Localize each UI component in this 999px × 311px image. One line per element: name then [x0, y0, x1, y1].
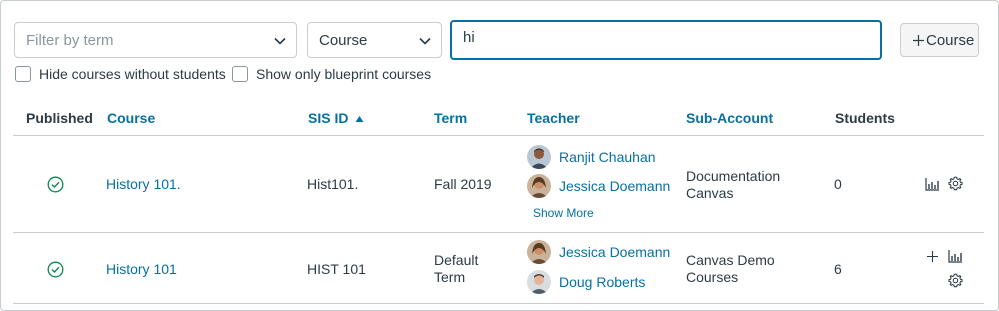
hide-without-students-option[interactable]: Hide courses without students: [15, 66, 226, 82]
add-course-button[interactable]: Course: [900, 23, 979, 57]
hide-without-students-label: Hide courses without students: [39, 66, 226, 82]
gear-icon[interactable]: [948, 176, 963, 191]
gear-icon[interactable]: [948, 273, 963, 288]
teacher-link[interactable]: Doug Roberts: [559, 274, 645, 291]
header-sub-account-sort[interactable]: Sub-Account: [686, 110, 773, 126]
sis-id: Hist101.: [307, 176, 359, 192]
row-divider: [13, 232, 984, 233]
sub-account-line: Canvas: [686, 185, 734, 201]
show-more-link[interactable]: Show More: [533, 205, 594, 222]
course-name-link[interactable]: History 101: [106, 261, 177, 278]
add-course-label: Course: [926, 32, 975, 49]
header-teacher-sort[interactable]: Teacher: [527, 110, 580, 126]
check-circle-icon: [47, 261, 64, 278]
avatar: [527, 174, 551, 198]
header-divider: [13, 135, 984, 136]
bar-chart-icon[interactable]: [925, 177, 940, 191]
sis-id: HIST 101: [307, 261, 366, 277]
avatar: [527, 270, 551, 294]
term-line: Default: [434, 252, 479, 268]
plus-icon: [913, 35, 924, 46]
plus-icon[interactable]: [926, 250, 939, 263]
bar-chart-icon[interactable]: [948, 249, 963, 263]
header-sis-id-label: SIS ID: [308, 110, 349, 126]
hide-without-students-checkbox[interactable]: [15, 66, 31, 82]
blueprint-only-option[interactable]: Show only blueprint courses: [232, 66, 431, 82]
avatar: [527, 240, 551, 264]
course-search-input[interactable]: [463, 29, 863, 46]
teacher-link[interactable]: Jessica Doemann: [559, 244, 670, 261]
teacher-link[interactable]: Ranjit Chauhan: [559, 149, 656, 166]
term-line: Term: [434, 269, 466, 285]
search-by-value: Course: [319, 32, 368, 49]
chevron-down-icon: [274, 37, 286, 45]
header-sis-id-sort[interactable]: SIS ID: [308, 110, 364, 126]
term-filter-select[interactable]: Filter by term: [14, 22, 297, 58]
student-count: 6: [834, 261, 842, 277]
teacher-link[interactable]: Jessica Doemann: [559, 178, 670, 195]
course-search-field[interactable]: [450, 20, 882, 60]
term: Fall 2019: [434, 176, 492, 192]
blueprint-only-checkbox[interactable]: [232, 66, 248, 82]
sub-account-line: Documentation: [686, 168, 781, 184]
header-course-sort[interactable]: Course: [107, 110, 155, 126]
sub-account: Canvas Demo Courses: [686, 252, 775, 286]
row-divider: [13, 303, 984, 304]
check-circle-icon: [47, 176, 64, 193]
term: Default Term: [434, 252, 478, 286]
search-by-select[interactable]: Course: [307, 22, 442, 58]
triangle-up-icon: [355, 116, 364, 122]
header-published: Published: [26, 110, 93, 126]
header-term-sort[interactable]: Term: [434, 110, 467, 126]
blueprint-only-label: Show only blueprint courses: [256, 66, 432, 82]
student-count: 0: [834, 176, 842, 192]
avatar: [527, 145, 551, 169]
course-name-link[interactable]: History 101.: [106, 176, 181, 193]
sub-account: Documentation Canvas: [686, 168, 780, 202]
sub-account-line: Courses: [686, 269, 739, 285]
header-students: Students: [835, 110, 895, 126]
chevron-down-icon: [419, 37, 431, 45]
sub-account-line: Canvas Demo: [686, 252, 775, 268]
term-filter-placeholder: Filter by term: [26, 32, 114, 49]
